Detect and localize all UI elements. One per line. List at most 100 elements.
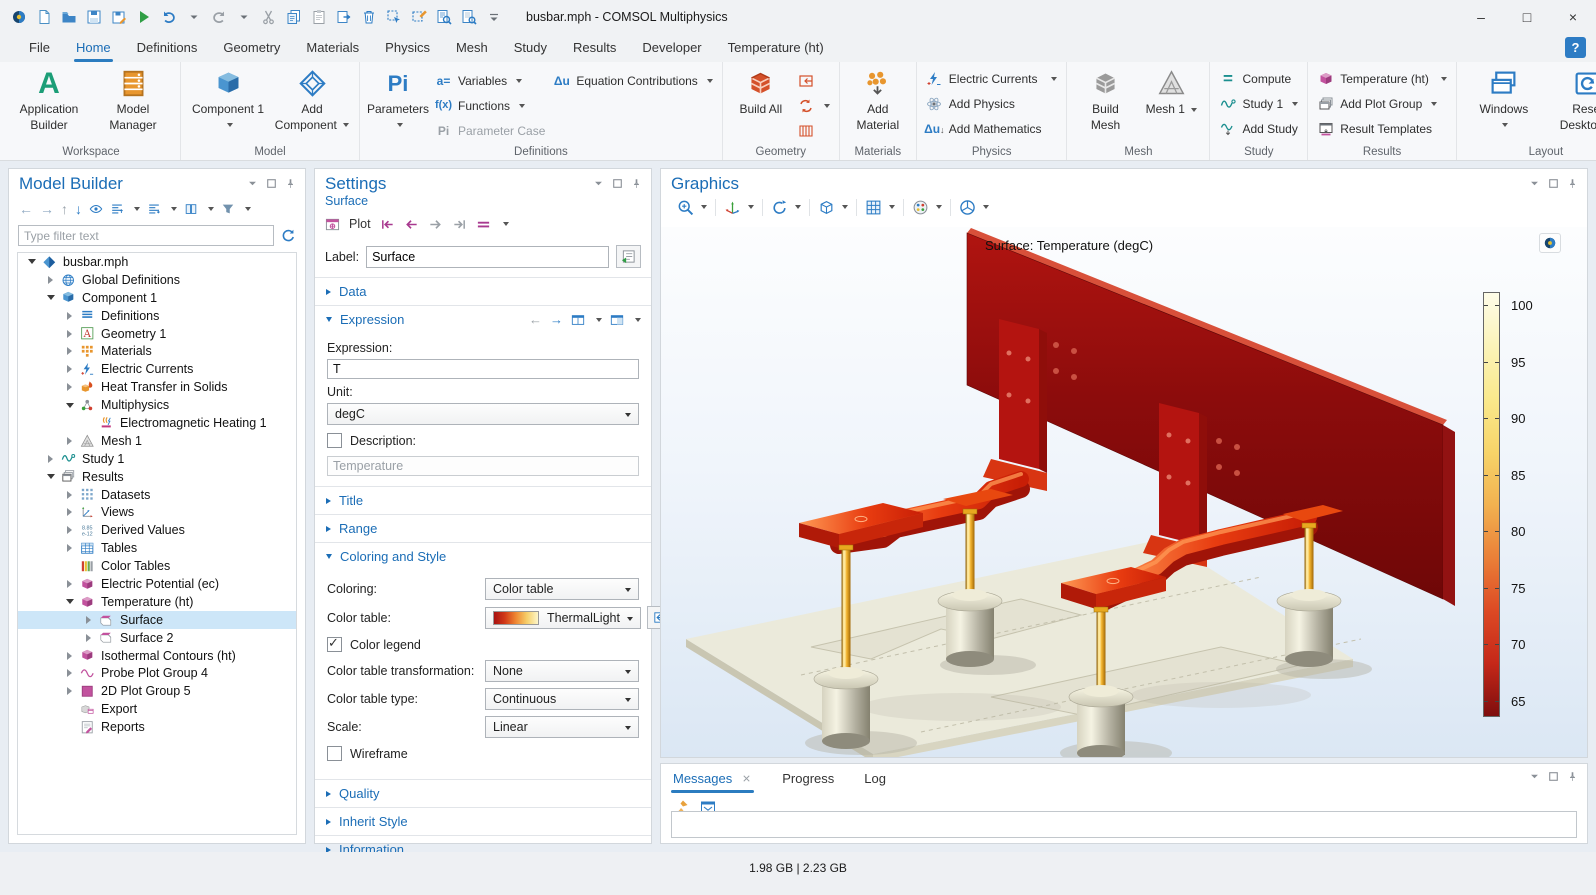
close-button[interactable]: × — [1550, 0, 1596, 33]
minimize-button[interactable]: – — [1458, 0, 1504, 33]
color-legend-checkbox[interactable] — [327, 637, 342, 652]
tree-item-derived-values[interactable]: 8.85e-12Derived Values — [18, 521, 296, 539]
expand-menu-icon[interactable] — [147, 202, 161, 216]
tree-item-2d-plot-group-5[interactable]: 2D Plot Group 5 — [18, 682, 296, 700]
insert-expression-icon[interactable] — [571, 313, 585, 327]
wireframe-checkbox[interactable] — [327, 746, 342, 761]
update-geometry-button[interactable] — [798, 96, 830, 115]
tree-item-electric-potential-ec-[interactable]: Electric Potential (ec) — [18, 575, 296, 593]
menu-physics[interactable]: Physics — [372, 33, 443, 62]
plot-button-label[interactable]: Plot — [349, 217, 371, 231]
tree-item-tables[interactable]: Tables — [18, 539, 296, 557]
tab-messages[interactable]: Messages — [673, 764, 752, 793]
tree-item-definitions[interactable]: Definitions — [18, 307, 296, 325]
float-panel-icon[interactable] — [612, 178, 623, 189]
section-inherit-style[interactable]: Inherit Style — [315, 807, 651, 835]
menu-temperature-ht-[interactable]: Temperature (ht) — [715, 33, 837, 62]
windows-button[interactable]: Windows — [1466, 65, 1542, 133]
transform-select[interactable]: None — [485, 660, 639, 682]
add-plot-group-button[interactable]: Add Plot Group — [1317, 94, 1447, 113]
reset-desktop-button[interactable]: Reset Desktop — [1550, 65, 1596, 133]
electric-currents-button[interactable]: Electric Currents — [926, 69, 1058, 88]
tree-item-global-definitions[interactable]: Global Definitions — [18, 271, 296, 289]
close-tab-icon[interactable] — [741, 773, 752, 784]
equation-contributions-button[interactable]: Δu Equation Contributions — [553, 71, 712, 90]
section-range[interactable]: Range — [315, 514, 651, 542]
build-mesh-button[interactable]: Build Mesh — [1076, 65, 1134, 133]
image-snapshot-icon[interactable] — [959, 199, 976, 216]
panel-menu-icon[interactable] — [247, 178, 258, 189]
nodes-menu-icon[interactable] — [184, 202, 198, 216]
rotate-icon[interactable] — [771, 199, 788, 216]
tree-item-surface-2[interactable]: Surface 2 — [18, 629, 296, 647]
add-material-button[interactable]: Add Material — [849, 65, 907, 133]
tree-item-mesh-1[interactable]: Mesh 1 — [18, 432, 296, 450]
table-type-select[interactable]: Continuous — [485, 688, 639, 710]
help-button[interactable]: ? — [1565, 37, 1586, 58]
new-file-icon[interactable] — [35, 8, 52, 25]
go-previous-plot-icon[interactable] — [404, 217, 419, 232]
pin-panel-icon[interactable] — [1567, 178, 1578, 189]
nav-back-icon[interactable]: ← — [19, 202, 33, 216]
tree-item-datasets[interactable]: Datasets — [18, 486, 296, 504]
select-block-icon[interactable] — [385, 8, 402, 25]
go-first-plot-icon[interactable] — [380, 217, 395, 232]
tree-item-geometry-1[interactable]: AGeometry 1 — [18, 325, 296, 343]
add-mathematics-button[interactable]: Δu↓ Add Mathematics — [926, 119, 1058, 138]
compute-button[interactable]: = Compute — [1219, 69, 1298, 88]
study-1-button[interactable]: Study 1 — [1219, 94, 1298, 113]
comsol-logo-icon[interactable] — [10, 8, 27, 25]
coloring-select[interactable]: Color table — [485, 578, 639, 600]
section-coloring-and-style[interactable]: Coloring and Style — [315, 542, 651, 570]
save-icon[interactable] — [85, 8, 102, 25]
component-1-button[interactable]: Component 1 — [190, 65, 266, 133]
find-in-log-icon[interactable] — [460, 8, 477, 25]
menu-study[interactable]: Study — [501, 33, 560, 62]
chevron-down-icon[interactable] — [889, 205, 895, 209]
panel-menu-icon[interactable] — [1529, 178, 1540, 189]
description-checkbox[interactable] — [327, 433, 342, 448]
section-expression[interactable]: Expression ← → — [315, 305, 651, 333]
tab-log[interactable]: Log — [864, 764, 886, 793]
delete-icon[interactable] — [360, 8, 377, 25]
model-manager-button[interactable]: Model Manager — [95, 65, 171, 133]
tree-item-probe-plot-group-4[interactable]: Probe Plot Group 4 — [18, 664, 296, 682]
menu-definitions[interactable]: Definitions — [124, 33, 211, 62]
menu-materials[interactable]: Materials — [293, 33, 372, 62]
menu-developer[interactable]: Developer — [629, 33, 714, 62]
plot-in-icon[interactable] — [476, 217, 491, 232]
unit-select[interactable]: degC — [327, 403, 639, 425]
move-down-icon[interactable]: ↓ — [75, 202, 82, 216]
delete-sequence-button[interactable] — [798, 121, 830, 140]
unselect-block-icon[interactable] — [410, 8, 427, 25]
messages-text-area[interactable] — [671, 811, 1577, 838]
section-data[interactable]: Data — [315, 277, 651, 305]
tab-progress[interactable]: Progress — [782, 764, 834, 793]
chevron-down-icon[interactable] — [748, 205, 754, 209]
result-templates-button[interactable]: Result Templates — [1317, 119, 1447, 138]
paste-icon[interactable] — [310, 8, 327, 25]
tree-item-component-1[interactable]: Component 1 — [18, 289, 296, 307]
previous-expression-icon[interactable]: ← — [529, 312, 542, 327]
view-icon[interactable] — [818, 199, 835, 216]
show-material-color-button[interactable] — [616, 245, 641, 268]
nav-forward-icon[interactable]: → — [40, 202, 54, 216]
go-next-plot-icon[interactable] — [428, 217, 443, 232]
add-component-button[interactable]: Add Component — [274, 65, 350, 133]
color-table-select[interactable]: ThermalLight — [485, 607, 641, 629]
go-last-plot-icon[interactable] — [452, 217, 467, 232]
chevron-down-icon[interactable] — [503, 222, 509, 226]
tree-item-views[interactable]: Views — [18, 503, 296, 521]
run-icon[interactable] — [135, 8, 152, 25]
pin-panel-icon[interactable] — [285, 178, 296, 189]
graphics-viewport[interactable]: Surface: Temperature (degC) 100959085807… — [661, 227, 1587, 757]
variables-button[interactable]: a= Variables — [435, 71, 545, 90]
cut-icon[interactable] — [260, 8, 277, 25]
save-as-icon[interactable] — [110, 8, 127, 25]
expression-input[interactable] — [327, 359, 639, 379]
redo-menu-icon[interactable] — [235, 8, 252, 25]
duplicate-icon[interactable] — [335, 8, 352, 25]
copy-icon[interactable] — [285, 8, 302, 25]
chevron-down-icon[interactable] — [701, 205, 707, 209]
show-icon[interactable] — [89, 202, 103, 216]
